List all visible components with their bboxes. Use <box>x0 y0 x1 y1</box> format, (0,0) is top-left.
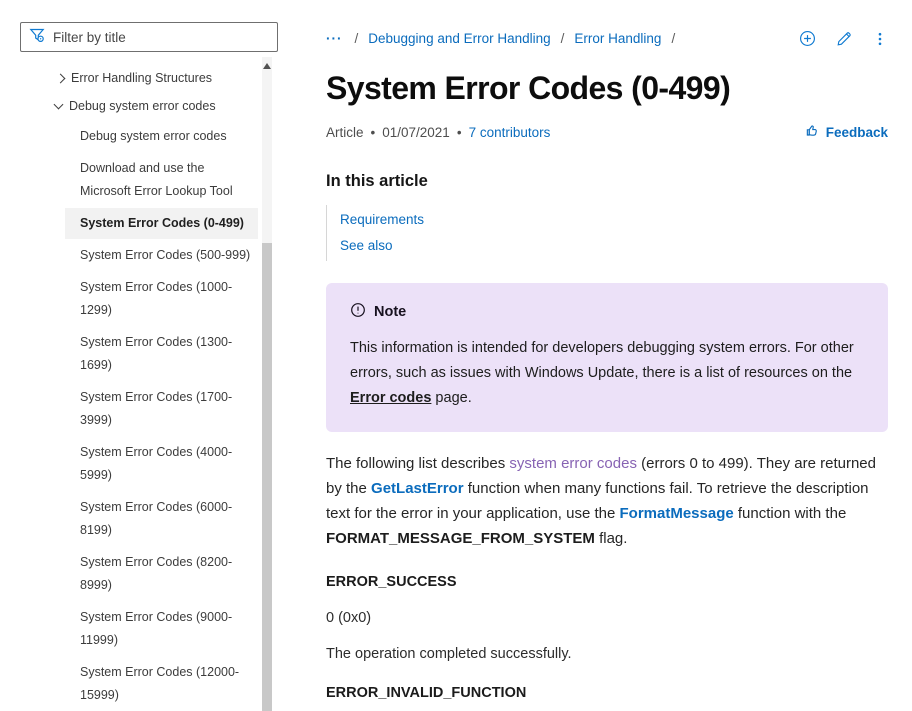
article-meta: Article • 01/07/2021 • 7 contributors Fe… <box>326 123 888 141</box>
toc-link-requirements[interactable]: Requirements <box>340 207 888 233</box>
tree-item[interactable]: System Error Codes (1700-3999) <box>65 382 258 436</box>
breadcrumb-separator: / <box>671 31 675 46</box>
text-segment: page. <box>431 390 471 406</box>
docs-page: Error Handling Structures Debug system er… <box>0 0 912 711</box>
breadcrumb: ··· / Debugging and Error Handling / Error … <box>326 30 888 47</box>
sidebar: Error Handling Structures Debug system er… <box>0 0 278 711</box>
note-header: Note <box>350 302 864 322</box>
tree-item-selected[interactable]: System Error Codes (0-499) <box>65 208 258 239</box>
in-this-article-list: Requirements See also <box>326 205 888 261</box>
note-body: This information is intended for develop… <box>350 336 864 411</box>
error-code-name: ERROR_INVALID_FUNCTION <box>326 685 888 701</box>
tree-item[interactable]: System Error Codes (4000-5999) <box>65 437 258 491</box>
article-main: ··· / Debugging and Error Handling / Error … <box>326 0 888 701</box>
breadcrumb-link[interactable]: Error Handling <box>574 31 661 46</box>
meta-separator: • <box>457 125 462 140</box>
text-segment: FORMAT_MESSAGE_FROM_SYSTEM <box>326 530 595 547</box>
info-icon <box>350 302 366 322</box>
error-code-name: ERROR_SUCCESS <box>326 574 888 590</box>
text-segment: flag. <box>595 530 628 547</box>
toc-link-see-also[interactable]: See also <box>340 233 888 259</box>
text-segment: The following list describes <box>326 455 509 472</box>
text-segment: function with the <box>734 505 847 522</box>
tree-item[interactable]: System Error Codes (1000-1299) <box>65 272 258 326</box>
chevron-right-icon[interactable] <box>56 73 66 83</box>
formatmessage-link[interactable]: FormatMessage <box>620 505 734 522</box>
breadcrumb-items: / Debugging and Error Handling / Error Hand… <box>355 31 686 46</box>
tree-item[interactable]: System Error Codes (500-999) <box>65 240 258 271</box>
scroll-up-arrow-icon[interactable] <box>263 63 271 69</box>
filter-box[interactable] <box>20 22 278 52</box>
scrollbar-thumb[interactable] <box>262 243 272 711</box>
more-vertical-icon[interactable] <box>872 31 888 47</box>
tree-item[interactable]: Download and use the Microsoft Error Loo… <box>65 153 258 207</box>
article-kind: Article <box>326 125 364 140</box>
feedback-label: Feedback <box>826 125 888 140</box>
tree-item[interactable]: Error Handling Structures <box>0 64 278 92</box>
in-this-article-heading: In this article <box>326 172 888 191</box>
breadcrumb-separator: / <box>355 31 359 46</box>
note-callout: Note This information is intended for de… <box>326 283 888 432</box>
breadcrumb-separator: / <box>561 31 565 46</box>
error-code-value: 0 (0x0) <box>326 610 888 626</box>
text-segment: This information is intended for develop… <box>350 340 854 381</box>
tree-item-label: Debug system error codes <box>69 97 216 115</box>
system-error-codes-link[interactable]: system error codes <box>509 455 637 472</box>
article-date: 01/07/2021 <box>382 125 450 140</box>
tree-item[interactable]: System Error Codes (9000-11999) <box>65 602 258 656</box>
page-title: System Error Codes (0-499) <box>326 70 888 107</box>
breadcrumb-link[interactable]: Debugging and Error Handling <box>368 31 550 46</box>
getlasterror-link[interactable]: GetLastError <box>371 480 464 497</box>
meta-separator: • <box>371 125 376 140</box>
circle-plus-icon[interactable] <box>799 30 816 47</box>
sidebar-scrollbar <box>262 57 272 711</box>
breadcrumb-overflow-button[interactable]: ··· <box>326 31 343 46</box>
tree-item[interactable]: System Error Codes (6000-8199) <box>65 492 258 546</box>
error-codes-link[interactable]: Error codes <box>350 390 431 406</box>
thumbs-up-icon <box>805 123 820 141</box>
filter-icon <box>29 27 45 48</box>
toc-tree: Error Handling Structures Debug system er… <box>0 64 278 711</box>
tree-item[interactable]: Debug system error codes <box>0 92 278 120</box>
tree-item[interactable]: System Error Codes (1300-1699) <box>65 327 258 381</box>
page-actions <box>799 30 888 47</box>
tree-item-label: Error Handling Structures <box>71 69 212 87</box>
error-code-entries: ERROR_SUCCESS 0 (0x0) The operation comple… <box>326 574 888 701</box>
error-code-description: The operation completed successfully. <box>326 646 888 662</box>
tree-item[interactable]: System Error Codes (8200-8999) <box>65 547 258 601</box>
note-label: Note <box>374 304 406 320</box>
intro-paragraph: The following list describes system erro… <box>326 451 888 551</box>
tree-item[interactable]: System Error Codes (12000-15999) <box>65 657 258 711</box>
feedback-button[interactable]: Feedback <box>805 123 888 141</box>
tree-item[interactable]: Debug system error codes <box>65 121 258 152</box>
filter-input[interactable] <box>53 30 269 45</box>
chevron-down-icon[interactable] <box>54 100 64 110</box>
contributors-link[interactable]: 7 contributors <box>469 125 551 140</box>
edit-pencil-icon[interactable] <box>836 31 852 47</box>
